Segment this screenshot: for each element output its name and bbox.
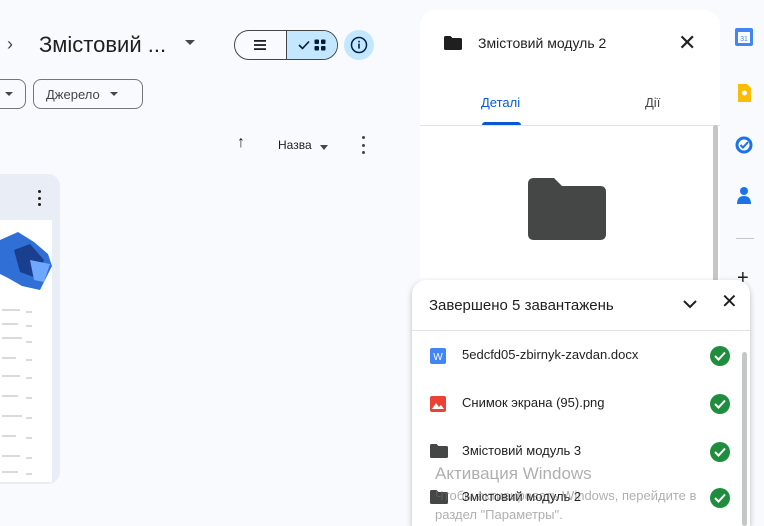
upload-complete-check-icon [710,394,730,414]
folder-icon [430,444,448,458]
word-doc-icon: W [430,348,446,364]
calendar-day: 31 [740,36,748,43]
rail-divider [736,238,754,239]
details-panel-title: Змістовий модуль 2 [478,35,607,51]
card-more-icon[interactable] [36,190,42,206]
sort-caret-icon[interactable] [320,145,328,150]
tab-details[interactable]: Деталі [481,95,520,110]
sort-by-name-label[interactable]: Назва [278,138,312,152]
folder-menu-caret-icon[interactable] [185,40,195,45]
chip-caret-icon [5,92,13,96]
uploads-scrollbar[interactable] [742,352,747,526]
large-folder-icon [528,178,606,240]
grid-view-button[interactable] [286,31,337,59]
upload-item[interactable]: W 5edcfd05-zbirnyk-zavdan.docx [412,336,738,376]
upload-item-name: Снимок экрана (95).png [462,395,605,410]
details-scrollbar[interactable] [713,125,718,285]
close-details-icon[interactable]: ✕ [678,32,696,54]
svg-text:W: W [433,352,443,363]
keep-icon[interactable] [735,84,753,102]
upload-complete-check-icon [710,346,730,366]
upload-complete-check-icon [710,488,730,508]
more-options-icon[interactable] [358,136,368,154]
calendar-icon[interactable]: 31 [735,28,753,46]
details-info-button[interactable] [344,30,374,60]
upload-complete-check-icon [710,442,730,462]
contacts-icon[interactable] [735,186,753,204]
sort-direction-arrow-icon[interactable]: ↑ [237,134,245,152]
folder-title[interactable]: Змістовий ... [39,32,166,58]
uploads-header: Завершено 5 завантажень ✕ [412,280,750,330]
folder-icon [444,36,462,50]
view-toggle [234,30,338,60]
main-content: › Змістовий ... Джерело ↑ Назва [0,0,404,526]
file-card[interactable] [0,174,60,484]
file-thumbnail [0,220,52,482]
uploads-divider [412,330,750,331]
tabs-divider [420,125,720,126]
close-uploads-icon[interactable]: ✕ [721,292,738,312]
tab-actions[interactable]: Дії [645,95,660,110]
windows-activation-title: Активация Windows [435,464,592,483]
filter-chip-source[interactable]: Джерело [33,79,143,109]
upload-item[interactable]: Снимок экрана (95).png [412,384,738,424]
chip-caret-icon [109,92,118,96]
chip-source-label: Джерело [46,86,100,102]
image-file-icon [430,396,446,412]
upload-item-name: 5edcfd05-zbirnyk-zavdan.docx [462,347,639,362]
filter-chip-partial[interactable] [0,79,26,109]
windows-activation-line: Чтобы активировать Windows, перейдите в [435,488,697,503]
breadcrumb-chevron-icon: › [7,34,13,54]
list-icon [254,40,267,50]
check-icon [298,40,310,50]
info-icon [350,36,368,54]
windows-activation-line: раздел "Параметры". [435,507,563,522]
upload-item-name: Змістовий модуль 3 [462,443,582,458]
collapse-chevron-icon[interactable] [682,296,698,312]
tasks-icon[interactable] [735,136,753,154]
uploads-title: Завершено 5 завантажень [429,297,614,314]
grid-icon [314,39,326,51]
list-view-button[interactable] [235,31,287,59]
